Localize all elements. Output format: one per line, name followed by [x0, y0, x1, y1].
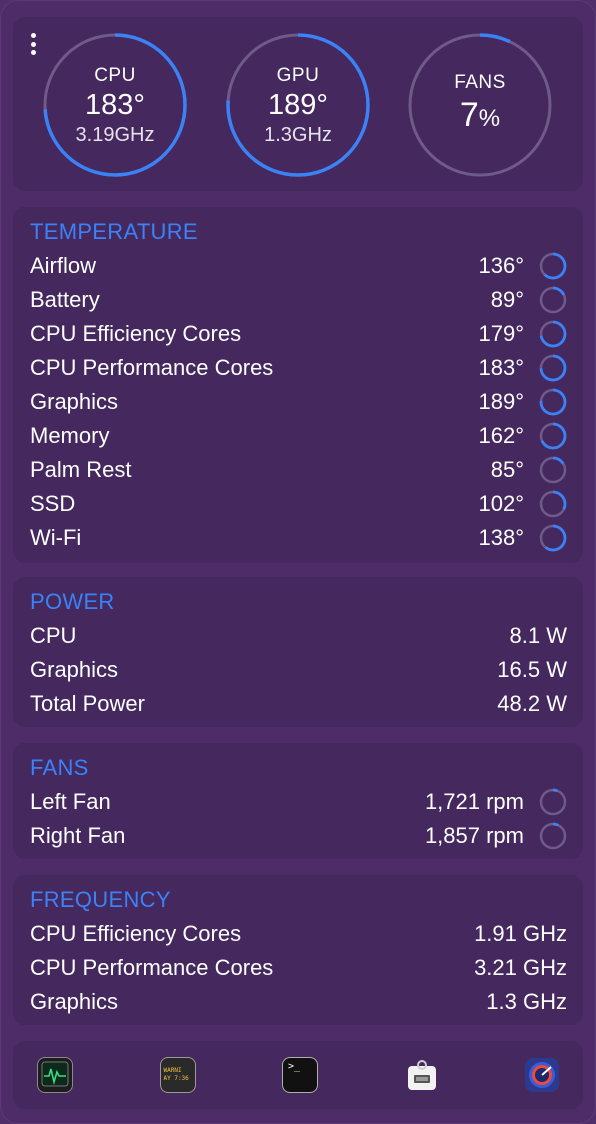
temperature-row: CPU Performance Cores 183° — [30, 351, 567, 385]
fan-row: Left Fan 1,721 rpm — [30, 785, 567, 819]
temperature-row: Battery 89° — [30, 283, 567, 317]
temperature-row: Palm Rest 85° — [30, 453, 567, 487]
power-card: POWER CPU 8.1 W Graphics 16.5 W Total Power 4… — [13, 577, 583, 727]
temperature-card: TEMPERATURE Airflow 136° Battery 89° CPU Eff… — [13, 207, 583, 563]
power-row-label: Total Power — [30, 691, 145, 716]
power-title: POWER — [30, 589, 115, 614]
frequency-row-value: 3.21 GHz — [474, 955, 567, 980]
console-icon[interactable]: WARNI AY 7:36 — [159, 1057, 196, 1093]
fans-gauge-number: 7 — [459, 96, 479, 134]
fans-gauge-unit: % — [478, 105, 501, 132]
fans-gauge: FANS 7% — [407, 32, 553, 178]
temperature-row-value: 102° — [478, 491, 524, 516]
cpu-gauge-frequency: 3.19GHz — [75, 124, 155, 146]
temperature-row-value: 85° — [490, 457, 524, 482]
power-row-value: 8.1 W — [509, 623, 567, 648]
power-row-label: Graphics — [30, 657, 119, 682]
frequency-row: CPU Efficiency Cores 1.91 GHz — [30, 917, 567, 951]
menu-dots-icon[interactable] — [29, 33, 37, 55]
temperature-row-label: CPU Efficiency Cores — [30, 321, 242, 346]
terminal-prompt: >_ — [288, 1061, 301, 1072]
temperature-level-ring-icon — [539, 524, 567, 552]
frequency-row: Graphics 1.3 GHz — [30, 985, 567, 1019]
temperature-row: Wi-Fi 138° — [30, 521, 567, 555]
temperature-row-label: SSD — [30, 491, 76, 516]
fan-row-value: 1,857 rpm — [424, 823, 524, 848]
temperature-row-label: Palm Rest — [30, 457, 132, 482]
fan-row-label: Right Fan — [30, 823, 126, 848]
system-information-icon[interactable] — [405, 1058, 439, 1092]
cpu-gauge-value: 183° — [85, 89, 145, 121]
power-row: CPU 8.1 W — [30, 619, 567, 653]
gpu-gauge-title: GPU — [276, 65, 320, 86]
fan-row-label: Left Fan — [30, 789, 111, 814]
temperature-row-value: 89° — [490, 287, 524, 312]
frequency-row-value: 1.91 GHz — [474, 921, 567, 946]
temperature-row-value: 189° — [478, 389, 524, 414]
temperature-row-label: Graphics — [30, 389, 119, 414]
power-row: Total Power 48.2 W — [30, 687, 567, 721]
frequency-row-value: 1.3 GHz — [486, 989, 567, 1014]
temperature-row-value: 183° — [478, 355, 524, 380]
frequency-row-label: CPU Performance Cores — [30, 955, 274, 980]
temperature-row-label: Memory — [30, 423, 110, 448]
temperature-title: TEMPERATURE — [30, 219, 198, 244]
fans-gauge-title: FANS — [454, 72, 506, 93]
temperature-row: Airflow 136° — [30, 249, 567, 283]
app-window: CPU 183° 3.19GHz GPU 189° 1.3GHz FANS 7%… — [0, 0, 596, 1124]
activity-monitor-icon[interactable] — [37, 1057, 73, 1093]
console-text-line-1: WARNI — [163, 1067, 182, 1074]
temperature-row-label: CPU Performance Cores — [30, 355, 274, 380]
temperature-row-label: Wi-Fi — [30, 525, 82, 550]
gpu-gauge: GPU 189° 1.3GHz — [225, 32, 371, 178]
temperature-level-ring-icon — [539, 354, 567, 382]
temperature-row-value: 162° — [478, 423, 524, 448]
temperature-row: CPU Efficiency Cores 179° — [30, 317, 567, 351]
temperature-row-label: Airflow — [30, 253, 97, 278]
power-row-value: 16.5 W — [497, 657, 567, 682]
frequency-row-label: CPU Efficiency Cores — [30, 921, 242, 946]
terminal-icon[interactable]: >_ — [282, 1057, 318, 1093]
disk-utility-icon[interactable] — [525, 1058, 559, 1092]
temperature-row: Graphics 189° — [30, 385, 567, 419]
temperature-row-value: 179° — [478, 321, 524, 346]
frequency-title: FREQUENCY — [30, 887, 171, 912]
temperature-level-ring-icon — [539, 252, 567, 280]
temperature-level-ring-icon — [539, 490, 567, 518]
temperature-level-ring-icon — [539, 456, 567, 484]
frequency-card: FREQUENCY CPU Efficiency Cores 1.91 GHz CP… — [13, 875, 583, 1025]
console-text-line-2: AY 7:36 — [163, 1075, 189, 1082]
temperature-row: Memory 162° — [30, 419, 567, 453]
temperature-row-value: 136° — [478, 253, 524, 278]
gpu-gauge-value: 189° — [268, 89, 328, 121]
app-launcher-bar: WARNI AY 7:36 >_ — [13, 1041, 583, 1109]
power-row: Graphics 16.5 W — [30, 653, 567, 687]
temperature-row-value: 138° — [478, 525, 524, 550]
temperature-row-label: Battery — [30, 287, 100, 312]
temperature-level-ring-icon — [539, 286, 567, 314]
fan-row-value: 1,721 rpm — [424, 789, 524, 814]
frequency-row-label: Graphics — [30, 989, 119, 1014]
cpu-gauge: CPU 183° 3.19GHz — [42, 32, 188, 178]
temperature-row: SSD 102° — [30, 487, 567, 521]
power-row-label: CPU — [30, 623, 77, 648]
fan-level-ring-icon — [539, 788, 567, 816]
temperature-level-ring-icon — [539, 320, 567, 348]
frequency-row: CPU Performance Cores 3.21 GHz — [30, 951, 567, 985]
fans-title: FANS — [30, 755, 89, 780]
fans-gauge-value: 7% — [407, 96, 553, 135]
gpu-gauge-frequency: 1.3GHz — [264, 124, 332, 146]
fan-row: Right Fan 1,857 rpm — [30, 819, 567, 853]
power-row-value: 48.2 W — [497, 691, 567, 716]
fans-card: FANS Left Fan 1,721 rpm Right Fan 1,857 rpm — [13, 743, 583, 859]
temperature-level-ring-icon — [539, 388, 567, 416]
fan-level-ring-icon — [539, 822, 567, 850]
cpu-gauge-title: CPU — [94, 65, 136, 86]
temperature-level-ring-icon — [539, 422, 567, 450]
